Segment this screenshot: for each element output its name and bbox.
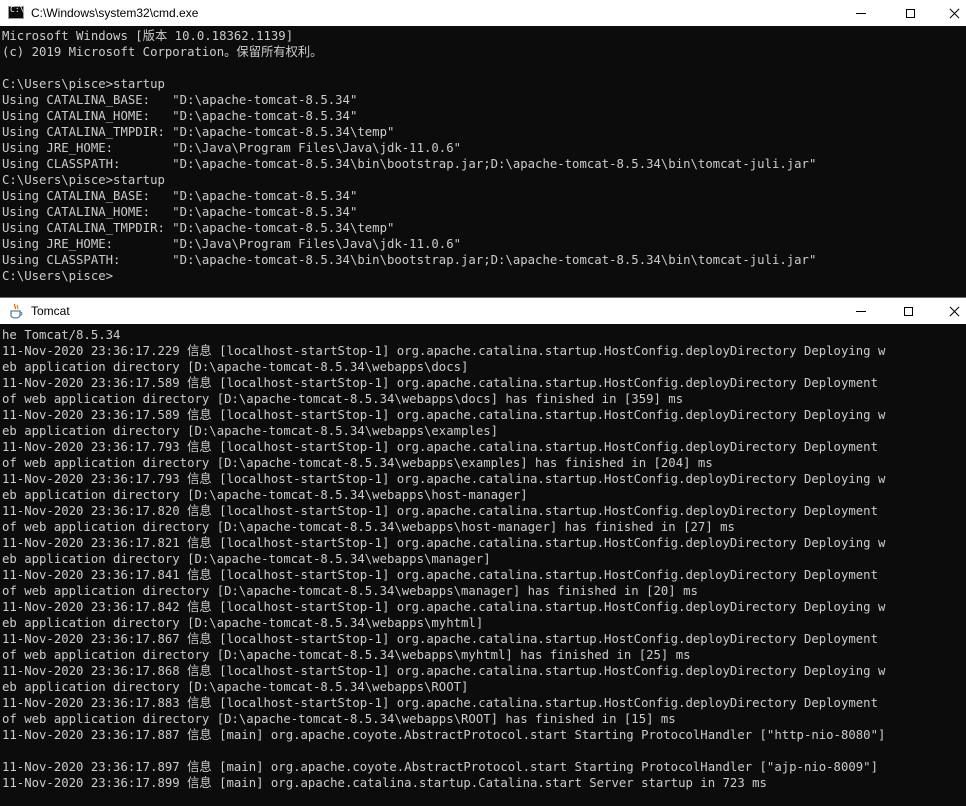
cmd-minimize-button[interactable] [838,0,884,26]
console-line: of web application directory [D:\apache-… [2,520,735,534]
console-line: 11-Nov-2020 23:36:17.589 信息 [localhost-s… [2,408,886,422]
cmd-console-icon: C:\_ [8,5,29,19]
console-line: C:\Users\pisce>startup [2,77,165,91]
maximize-icon [905,8,915,18]
console-line: Using CATALINA_HOME: "D:\apache-tomcat-8… [2,109,358,123]
console-line: eb application directory [D:\apache-tomc… [2,424,499,438]
console-line: Using CATALINA_BASE: "D:\apache-tomcat-8… [2,93,358,107]
console-line: Using CLASSPATH: "D:\apache-tomcat-8.5.3… [2,253,817,267]
console-line: 11-Nov-2020 23:36:17.842 信息 [localhost-s… [2,600,886,614]
console-line: of web application directory [D:\apache-… [2,392,684,406]
cmd-console-output[interactable]: Microsoft Windows [版本 10.0.18362.1139] (c… [0,26,966,297]
console-line: Using CLASSPATH: "D:\apache-tomcat-8.5.3… [2,157,817,171]
console-line: of web application directory [D:\apache-… [2,584,698,598]
console-line: of web application directory [D:\apache-… [2,456,713,470]
console-line: 11-Nov-2020 23:36:17.821 信息 [localhost-s… [2,536,886,550]
maximize-icon [903,306,913,316]
tomcat-close-button[interactable] [931,298,966,324]
tomcat-maximize-button[interactable] [885,298,931,324]
console-line: Using CATALINA_BASE: "D:\apache-tomcat-8… [2,189,358,203]
tomcat-window-title: Tomcat [31,304,70,318]
close-icon [949,8,960,19]
console-line: Using CATALINA_TMPDIR: "D:\apache-tomcat… [2,125,395,139]
console-line: of web application directory [D:\apache-… [2,712,676,726]
cmd-titlebar[interactable]: C:\_ C:\Windows\system32\cmd.exe [0,0,966,26]
minimize-icon [856,12,866,14]
console-line: 11-Nov-2020 23:36:17.887 信息 [main] org.a… [2,728,886,742]
cmd-close-button[interactable] [931,0,966,26]
console-line: 11-Nov-2020 23:36:17.868 信息 [localhost-s… [2,664,886,678]
console-line: C:\Users\pisce> [2,269,114,283]
cmd-maximize-button[interactable] [887,0,933,26]
console-line: 11-Nov-2020 23:36:17.793 信息 [localhost-s… [2,440,878,454]
console-line: eb application directory [D:\apache-tomc… [2,680,469,694]
java-coffee-cup-icon [10,303,23,319]
console-line: 11-Nov-2020 23:36:17.897 信息 [main] org.a… [2,760,878,774]
console-line: 11-Nov-2020 23:36:17.820 信息 [localhost-s… [2,504,878,518]
console-line: Using CATALINA_HOME: "D:\apache-tomcat-8… [2,205,358,219]
console-line: 11-Nov-2020 23:36:17.899 信息 [main] org.a… [2,776,767,790]
minimize-icon [856,310,866,312]
console-line: of web application directory [D:\apache-… [2,648,691,662]
cmd-window: C:\_ C:\Windows\system32\cmd.exe Microso… [0,0,966,297]
tomcat-console-output[interactable]: he Tomcat/8.5.34 11-Nov-2020 23:36:17.229… [0,324,966,806]
console-line: 11-Nov-2020 23:36:17.589 信息 [localhost-s… [2,376,878,390]
console-line: 11-Nov-2020 23:36:17.793 信息 [localhost-s… [2,472,886,486]
console-line: eb application directory [D:\apache-tomc… [2,616,484,630]
console-line: he Tomcat/8.5.34 [2,328,121,342]
console-line: Using JRE_HOME: "D:\Java\Program Files\J… [2,141,462,155]
tomcat-window: Tomcat he Tomcat/8.5.34 11-Nov-2020 23:36… [0,298,966,806]
close-icon [949,306,960,317]
console-line: Microsoft Windows [版本 10.0.18362.1139] [2,29,294,43]
console-line: eb application directory [D:\apache-tomc… [2,552,491,566]
console-line: eb application directory [D:\apache-tomc… [2,360,469,374]
tomcat-minimize-button[interactable] [838,298,884,324]
console-line: 11-Nov-2020 23:36:17.229 信息 [localhost-s… [2,344,886,358]
console-line: (c) 2019 Microsoft Corporation。保留所有权利。 [2,45,323,59]
console-line: eb application directory [D:\apache-tomc… [2,488,528,502]
console-line: 11-Nov-2020 23:36:17.883 信息 [localhost-s… [2,696,878,710]
console-line: Using JRE_HOME: "D:\Java\Program Files\J… [2,237,462,251]
tomcat-titlebar[interactable]: Tomcat [0,298,966,324]
cmd-window-title: C:\Windows\system32\cmd.exe [31,6,199,20]
console-line: 11-Nov-2020 23:36:17.867 信息 [localhost-s… [2,632,878,646]
console-line: C:\Users\pisce>startup [2,173,165,187]
console-line: 11-Nov-2020 23:36:17.841 信息 [localhost-s… [2,568,878,582]
console-line: Using CATALINA_TMPDIR: "D:\apache-tomcat… [2,221,395,235]
